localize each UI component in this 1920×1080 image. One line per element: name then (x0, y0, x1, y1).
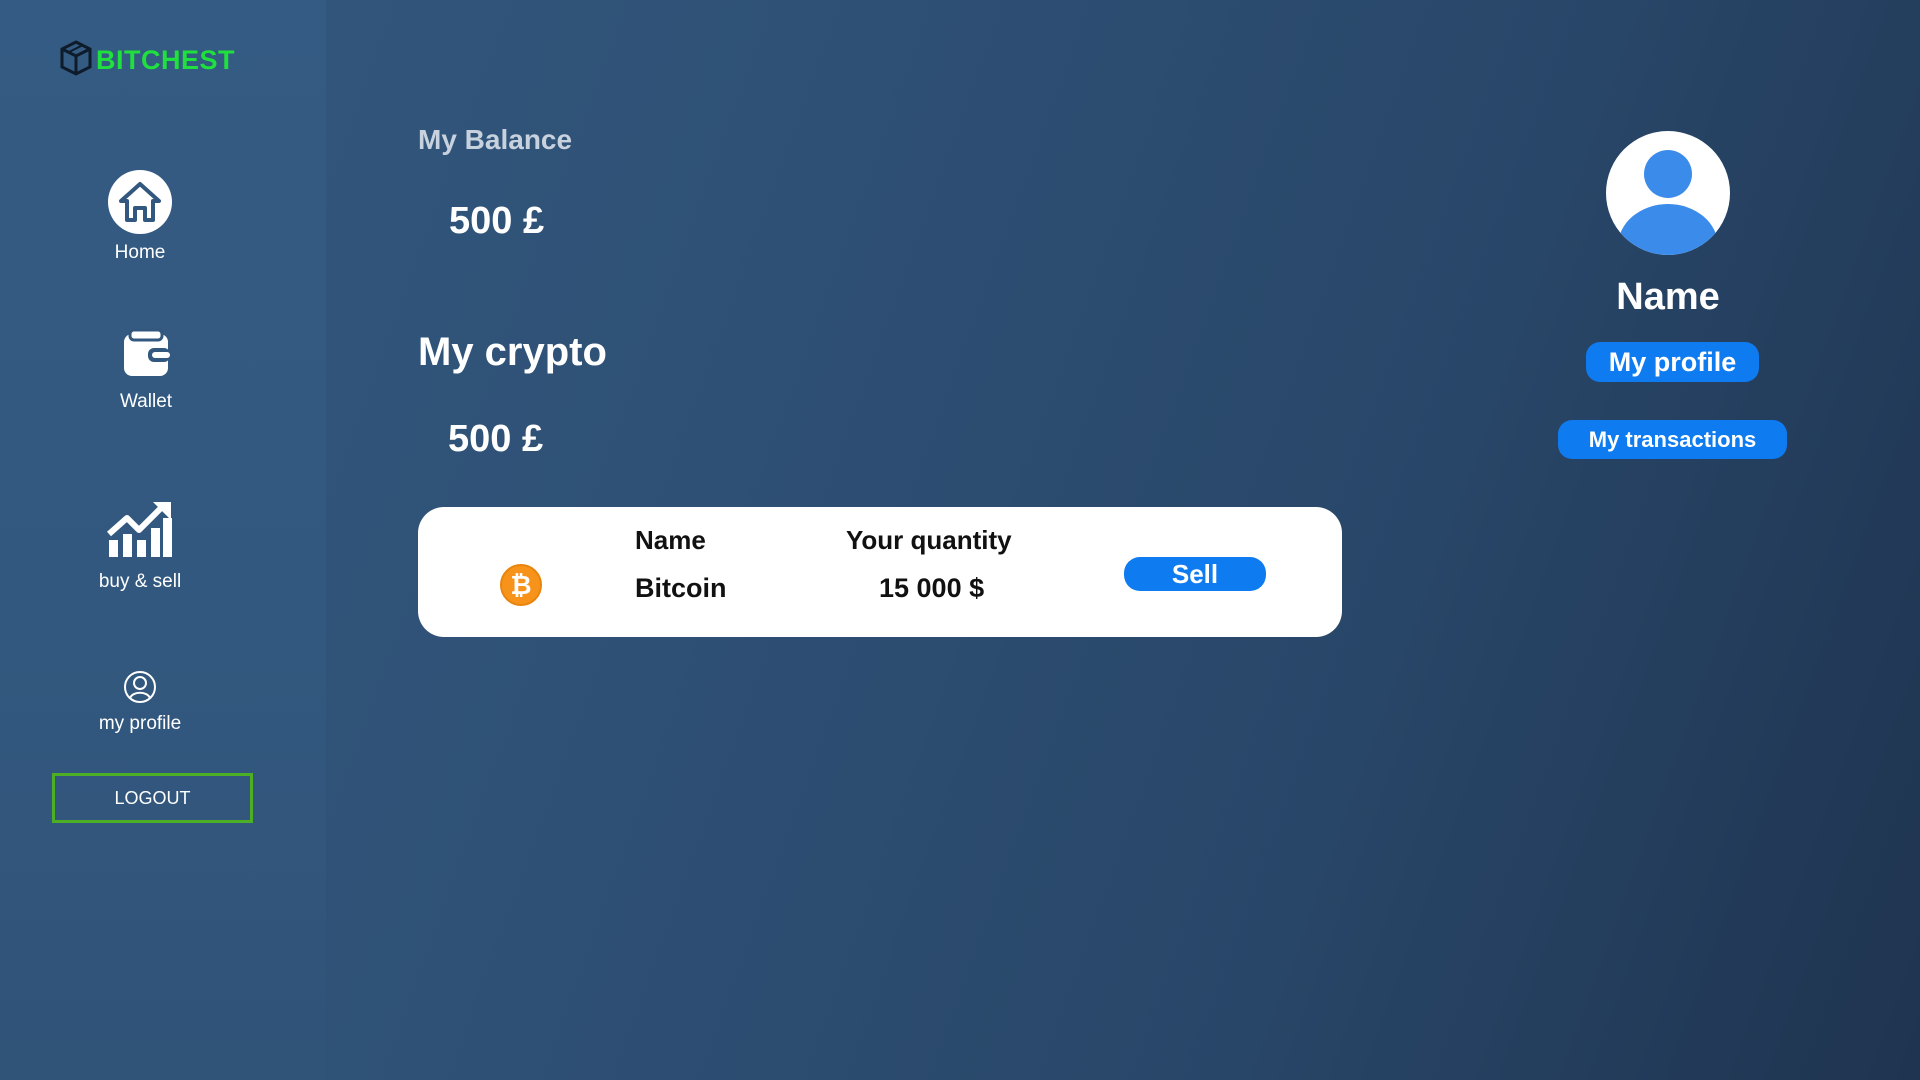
sidebar-item-home[interactable]: Home (40, 170, 240, 264)
user-avatar-icon (1618, 150, 1718, 255)
sidebar-item-label: Wallet (119, 391, 173, 412)
my-transactions-button[interactable]: My transactions (1558, 420, 1787, 459)
bitcoin-icon: ₿ (500, 564, 542, 606)
user-circle-icon (123, 670, 157, 709)
wallet-icon (122, 328, 170, 383)
chart-growth-icon (107, 500, 173, 563)
logo-text: BITCHEST (96, 45, 235, 75)
home-icon (108, 170, 172, 234)
sidebar-item-label: buy & sell (98, 571, 182, 592)
sidebar-item-buy-sell[interactable]: buy & sell (40, 500, 240, 593)
profile-name: Name (1616, 276, 1720, 318)
logo[interactable]: BITCHEST (60, 40, 235, 81)
my-profile-button[interactable]: My profile (1586, 342, 1759, 382)
quantity-column-header: Your quantity (846, 525, 1012, 555)
balance-title: My Balance (418, 124, 573, 155)
sidebar-item-my-profile[interactable]: my profile (40, 670, 240, 735)
crypto-quantity: 15 000 $ (879, 573, 985, 603)
crypto-name: Bitcoin (635, 573, 727, 603)
crypto-card: ₿ Name Your quantity Bitcoin 15 000 $ Se… (418, 507, 1342, 637)
sidebar-item-label: Home (114, 242, 166, 263)
name-column-header: Name (635, 525, 706, 555)
cube-logo-icon (60, 40, 92, 81)
avatar[interactable] (1606, 131, 1730, 255)
logout-button[interactable]: LOGOUT (52, 773, 253, 823)
crypto-value: 500 £ (448, 418, 544, 460)
sell-button[interactable]: Sell (1124, 557, 1266, 591)
sidebar-item-label: my profile (98, 713, 182, 734)
sidebar-item-wallet[interactable]: Wallet (46, 328, 246, 413)
balance-value: 500 £ (449, 200, 545, 242)
crypto-title: My crypto (418, 330, 607, 374)
sidebar: BITCHEST Home Wallet buy & sell my profi… (0, 0, 326, 1080)
